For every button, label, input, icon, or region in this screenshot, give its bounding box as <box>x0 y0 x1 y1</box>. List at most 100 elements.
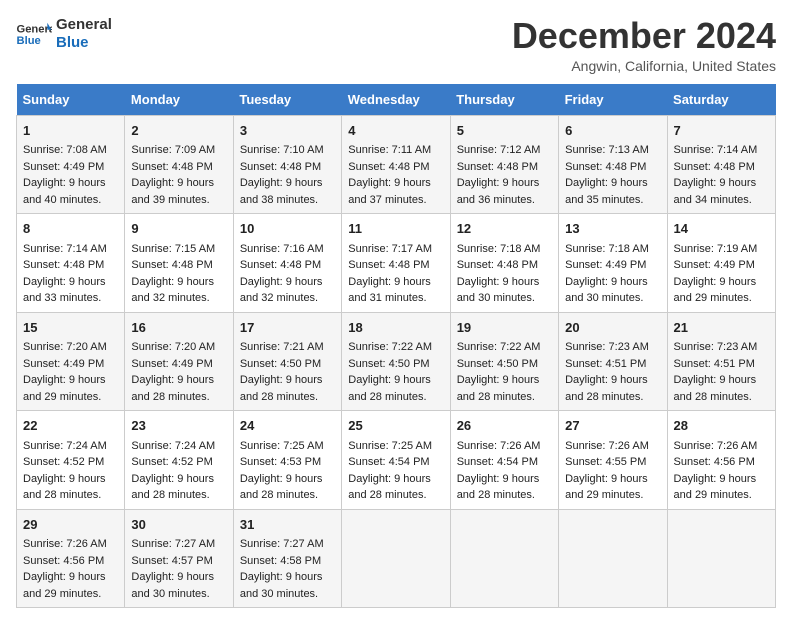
sunset: Sunset: 4:49 PM <box>23 358 104 370</box>
sunset: Sunset: 4:48 PM <box>240 161 321 173</box>
day-number: 1 <box>23 121 118 141</box>
day-cell <box>450 509 558 608</box>
sunrise: Sunrise: 7:27 AM <box>131 538 215 550</box>
day-cell: 6 Sunrise: 7:13 AM Sunset: 4:48 PM Dayli… <box>559 115 667 214</box>
sunrise: Sunrise: 7:26 AM <box>23 538 107 550</box>
day-cell: 13 Sunrise: 7:18 AM Sunset: 4:49 PM Dayl… <box>559 214 667 313</box>
day-number: 8 <box>23 219 118 239</box>
sunrise: Sunrise: 7:21 AM <box>240 341 324 353</box>
day-number: 28 <box>674 416 769 436</box>
week-row-3: 15 Sunrise: 7:20 AM Sunset: 4:49 PM Dayl… <box>17 312 776 411</box>
header-cell-saturday: Saturday <box>667 84 775 116</box>
day-number: 29 <box>23 515 118 535</box>
day-cell <box>559 509 667 608</box>
daylight: Daylight: 9 hours and 28 minutes. <box>348 374 431 403</box>
daylight: Daylight: 9 hours and 29 minutes. <box>23 571 106 600</box>
header-cell-thursday: Thursday <box>450 84 558 116</box>
calendar-table: SundayMondayTuesdayWednesdayThursdayFrid… <box>16 84 776 609</box>
week-row-1: 1 Sunrise: 7:08 AM Sunset: 4:49 PM Dayli… <box>17 115 776 214</box>
sunrise: Sunrise: 7:18 AM <box>457 243 541 255</box>
header-cell-monday: Monday <box>125 84 233 116</box>
sunrise: Sunrise: 7:26 AM <box>457 440 541 452</box>
header: General Blue General Blue December 2024 … <box>16 16 776 74</box>
sunrise: Sunrise: 7:20 AM <box>23 341 107 353</box>
week-row-4: 22 Sunrise: 7:24 AM Sunset: 4:52 PM Dayl… <box>17 411 776 510</box>
daylight: Daylight: 9 hours and 36 minutes. <box>457 177 540 206</box>
sunrise: Sunrise: 7:27 AM <box>240 538 324 550</box>
day-number: 5 <box>457 121 552 141</box>
day-number: 6 <box>565 121 660 141</box>
daylight: Daylight: 9 hours and 28 minutes. <box>131 473 214 502</box>
day-cell: 20 Sunrise: 7:23 AM Sunset: 4:51 PM Dayl… <box>559 312 667 411</box>
sunset: Sunset: 4:48 PM <box>131 161 212 173</box>
daylight: Daylight: 9 hours and 39 minutes. <box>131 177 214 206</box>
day-number: 3 <box>240 121 335 141</box>
sunset: Sunset: 4:49 PM <box>23 161 104 173</box>
sunset: Sunset: 4:48 PM <box>348 259 429 271</box>
sunrise: Sunrise: 7:19 AM <box>674 243 758 255</box>
day-number: 26 <box>457 416 552 436</box>
day-cell <box>667 509 775 608</box>
sunrise: Sunrise: 7:14 AM <box>674 144 758 156</box>
day-cell <box>342 509 450 608</box>
sunset: Sunset: 4:48 PM <box>457 259 538 271</box>
day-cell: 2 Sunrise: 7:09 AM Sunset: 4:48 PM Dayli… <box>125 115 233 214</box>
day-number: 20 <box>565 318 660 338</box>
header-cell-wednesday: Wednesday <box>342 84 450 116</box>
sunrise: Sunrise: 7:14 AM <box>23 243 107 255</box>
day-number: 15 <box>23 318 118 338</box>
daylight: Daylight: 9 hours and 29 minutes. <box>674 473 757 502</box>
day-number: 2 <box>131 121 226 141</box>
sunset: Sunset: 4:48 PM <box>240 259 321 271</box>
sunset: Sunset: 4:54 PM <box>348 456 429 468</box>
daylight: Daylight: 9 hours and 29 minutes. <box>674 276 757 305</box>
sunrise: Sunrise: 7:23 AM <box>674 341 758 353</box>
day-cell: 7 Sunrise: 7:14 AM Sunset: 4:48 PM Dayli… <box>667 115 775 214</box>
sunset: Sunset: 4:48 PM <box>348 161 429 173</box>
day-number: 19 <box>457 318 552 338</box>
day-cell: 23 Sunrise: 7:24 AM Sunset: 4:52 PM Dayl… <box>125 411 233 510</box>
sunrise: Sunrise: 7:18 AM <box>565 243 649 255</box>
day-cell: 29 Sunrise: 7:26 AM Sunset: 4:56 PM Dayl… <box>17 509 125 608</box>
week-row-2: 8 Sunrise: 7:14 AM Sunset: 4:48 PM Dayli… <box>17 214 776 313</box>
logo-line1: General <box>56 16 112 34</box>
day-cell: 16 Sunrise: 7:20 AM Sunset: 4:49 PM Dayl… <box>125 312 233 411</box>
sunset: Sunset: 4:52 PM <box>23 456 104 468</box>
day-number: 31 <box>240 515 335 535</box>
day-number: 30 <box>131 515 226 535</box>
day-cell: 30 Sunrise: 7:27 AM Sunset: 4:57 PM Dayl… <box>125 509 233 608</box>
logo-line2: Blue <box>56 34 112 52</box>
daylight: Daylight: 9 hours and 31 minutes. <box>348 276 431 305</box>
day-number: 9 <box>131 219 226 239</box>
header-cell-sunday: Sunday <box>17 84 125 116</box>
day-number: 25 <box>348 416 443 436</box>
day-number: 12 <box>457 219 552 239</box>
sunrise: Sunrise: 7:25 AM <box>240 440 324 452</box>
daylight: Daylight: 9 hours and 28 minutes. <box>131 374 214 403</box>
day-number: 16 <box>131 318 226 338</box>
sunset: Sunset: 4:49 PM <box>674 259 755 271</box>
day-number: 17 <box>240 318 335 338</box>
day-cell: 5 Sunrise: 7:12 AM Sunset: 4:48 PM Dayli… <box>450 115 558 214</box>
sunrise: Sunrise: 7:20 AM <box>131 341 215 353</box>
daylight: Daylight: 9 hours and 30 minutes. <box>131 571 214 600</box>
day-number: 13 <box>565 219 660 239</box>
sunrise: Sunrise: 7:09 AM <box>131 144 215 156</box>
daylight: Daylight: 9 hours and 28 minutes. <box>240 473 323 502</box>
daylight: Daylight: 9 hours and 29 minutes. <box>23 374 106 403</box>
title-section: December 2024 Angwin, California, United… <box>512 16 776 74</box>
day-cell: 15 Sunrise: 7:20 AM Sunset: 4:49 PM Dayl… <box>17 312 125 411</box>
daylight: Daylight: 9 hours and 35 minutes. <box>565 177 648 206</box>
day-number: 21 <box>674 318 769 338</box>
header-cell-friday: Friday <box>559 84 667 116</box>
main-title: December 2024 <box>512 16 776 56</box>
sunset: Sunset: 4:49 PM <box>131 358 212 370</box>
day-cell: 27 Sunrise: 7:26 AM Sunset: 4:55 PM Dayl… <box>559 411 667 510</box>
sunrise: Sunrise: 7:26 AM <box>565 440 649 452</box>
sunset: Sunset: 4:52 PM <box>131 456 212 468</box>
sunrise: Sunrise: 7:26 AM <box>674 440 758 452</box>
sunset: Sunset: 4:49 PM <box>565 259 646 271</box>
sunset: Sunset: 4:48 PM <box>23 259 104 271</box>
day-cell: 21 Sunrise: 7:23 AM Sunset: 4:51 PM Dayl… <box>667 312 775 411</box>
sunrise: Sunrise: 7:08 AM <box>23 144 107 156</box>
